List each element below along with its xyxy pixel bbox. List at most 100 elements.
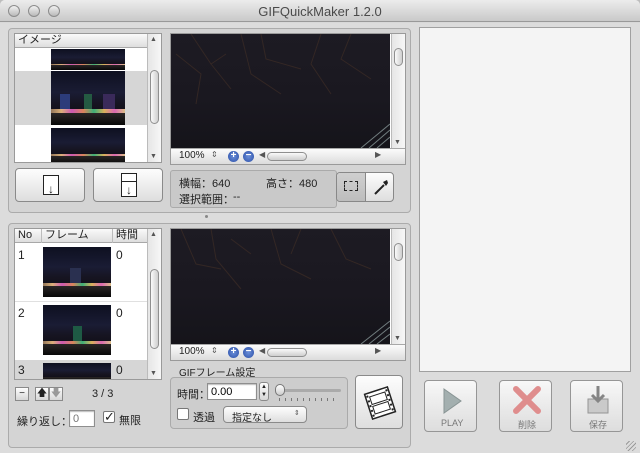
zoom-stepper-icon[interactable]: ⇕ bbox=[211, 346, 218, 355]
transparency-label: 透過 bbox=[193, 412, 215, 424]
scroll-down-icon[interactable]: ▼ bbox=[394, 335, 401, 342]
scroll-left-icon[interactable]: ◀ bbox=[259, 346, 265, 355]
image-list-scrollbar[interactable]: ▲ ▼ bbox=[147, 34, 161, 162]
select-tool-button[interactable] bbox=[337, 173, 366, 201]
time-input[interactable] bbox=[207, 383, 257, 400]
window-title: GIFQuickMaker 1.2.0 bbox=[258, 4, 382, 19]
frame-thumbnail bbox=[43, 247, 111, 297]
infinite-checkbox[interactable]: ✓ bbox=[103, 409, 115, 424]
save-label: 保存 bbox=[589, 420, 608, 430]
scroll-down-icon[interactable]: ▼ bbox=[150, 370, 157, 377]
table-row-selected[interactable]: 3 0 bbox=[15, 360, 149, 379]
scroll-up-icon[interactable]: ▲ bbox=[150, 231, 157, 238]
source-preview-image[interactable] bbox=[171, 34, 390, 148]
table-row[interactable]: 2 0 bbox=[15, 302, 149, 359]
frame-thumbnail bbox=[43, 305, 111, 355]
zoom-out-icon[interactable]: − bbox=[243, 151, 254, 162]
insert-down-arrow-icon: ↓ bbox=[121, 173, 137, 197]
width-label: 横幅：640 bbox=[179, 178, 231, 190]
scroll-thumb[interactable] bbox=[150, 70, 159, 124]
move-up-button[interactable]: 🡅 bbox=[35, 387, 49, 401]
image-column-header[interactable]: イメージ bbox=[15, 34, 149, 48]
zoom-out-icon[interactable]: − bbox=[243, 347, 254, 358]
scroll-left-icon[interactable]: ◀ bbox=[259, 150, 265, 159]
scroll-down-icon[interactable]: ▼ bbox=[394, 139, 401, 146]
splitter-handle[interactable] bbox=[205, 215, 208, 218]
gif-output-view[interactable] bbox=[419, 27, 631, 372]
zoom-stepper-icon[interactable]: ⇕ bbox=[211, 150, 218, 159]
table-row[interactable]: 1 0 bbox=[15, 244, 149, 301]
play-button[interactable]: PLAY bbox=[424, 380, 477, 432]
frame-list-header: No フレーム 時間 bbox=[15, 229, 149, 243]
image-list-header: イメージ bbox=[15, 34, 149, 48]
preview-toolbar: 100% ⇕ + − ◀ ▶ bbox=[171, 344, 405, 360]
frame-thumbnail bbox=[43, 363, 111, 379]
time-label: 時間： bbox=[177, 389, 210, 401]
image-info-box: 横幅：640 高さ：480 選択範囲： -- bbox=[170, 170, 337, 208]
play-icon bbox=[443, 388, 462, 414]
repeat-count-input[interactable] bbox=[69, 410, 95, 427]
image-list[interactable]: イメージ ▲ ▼ bbox=[14, 33, 162, 163]
frame-column-header[interactable]: フレーム bbox=[42, 229, 113, 243]
transparency-select[interactable]: 指定なし ⇕ bbox=[223, 406, 307, 424]
save-button[interactable]: 保存 bbox=[570, 380, 623, 432]
move-down-button[interactable]: 🡇 bbox=[49, 387, 63, 401]
frame-time: 0 bbox=[116, 306, 123, 320]
remove-frame-button[interactable]: − bbox=[15, 387, 29, 401]
scroll-thumb[interactable] bbox=[394, 48, 403, 66]
insert-frame-button[interactable]: ↓ bbox=[93, 168, 163, 202]
frame-list-scrollbar[interactable]: ▲ ▼ bbox=[147, 229, 161, 379]
play-label: PLAY bbox=[441, 418, 464, 428]
frame-preview-image[interactable] bbox=[171, 229, 390, 344]
frame-number: 3 bbox=[18, 363, 25, 377]
selection-value: -- bbox=[233, 191, 241, 203]
checkmark-icon: ✓ bbox=[104, 409, 115, 424]
time-slider-knob[interactable] bbox=[275, 384, 285, 396]
horizontal-scroll-thumb[interactable] bbox=[267, 348, 307, 357]
time-stepper[interactable]: ▲ ▼ bbox=[259, 382, 269, 401]
selection-label: 選択範囲： bbox=[179, 194, 234, 206]
scroll-up-icon[interactable]: ▲ bbox=[150, 36, 157, 43]
film-strip-icon bbox=[363, 385, 397, 421]
frame-thumbnail bbox=[51, 128, 125, 162]
tree-branches bbox=[175, 34, 390, 148]
eyedropper-icon bbox=[374, 180, 388, 195]
list-item-selected[interactable] bbox=[15, 71, 149, 125]
frame-number: 2 bbox=[18, 306, 25, 320]
list-item[interactable] bbox=[15, 49, 149, 70]
repeat-label: 繰り返し： bbox=[17, 416, 72, 428]
frame-list[interactable]: No フレーム 時間 1 0 2 0 3 0 ▲ ▼ bbox=[14, 228, 162, 380]
scroll-thumb[interactable] bbox=[150, 269, 159, 349]
add-down-arrow-icon: ↓ bbox=[43, 175, 59, 195]
time-column-header[interactable]: 時間 bbox=[113, 229, 149, 243]
infinite-label: 無限 bbox=[119, 415, 141, 427]
preview-vertical-scrollbar[interactable]: ▼ bbox=[391, 229, 405, 344]
make-gif-button[interactable] bbox=[355, 375, 403, 429]
zoom-value[interactable]: 100% bbox=[179, 150, 205, 161]
preview-vertical-scrollbar[interactable]: ▼ bbox=[391, 34, 405, 148]
add-frame-button[interactable]: ↓ bbox=[15, 168, 85, 202]
no-column-header[interactable]: No bbox=[15, 229, 42, 243]
resize-grip-icon[interactable] bbox=[626, 441, 636, 451]
zoom-in-icon[interactable]: + bbox=[228, 151, 239, 162]
frame-counter: 3 / 3 bbox=[92, 388, 114, 400]
zoom-in-icon[interactable]: + bbox=[228, 347, 239, 358]
frame-preview: ▼ 100% ⇕ + − ◀ ▶ bbox=[170, 228, 406, 361]
selection-rect-icon bbox=[344, 181, 358, 191]
frames-panel: No フレーム 時間 1 0 2 0 3 0 ▲ ▼ − 🡅 🡇 3 / 3 繰… bbox=[8, 223, 411, 448]
arrow-up-icon: 🡅 bbox=[36, 388, 48, 399]
save-tray-icon bbox=[587, 386, 609, 414]
delete-button[interactable]: 削除 bbox=[499, 380, 552, 432]
scroll-down-icon[interactable]: ▼ bbox=[150, 153, 157, 160]
delete-label: 削除 bbox=[518, 420, 537, 430]
chevron-updown-icon: ⇕ bbox=[294, 410, 300, 417]
horizontal-scroll-thumb[interactable] bbox=[267, 152, 307, 161]
scroll-right-icon[interactable]: ▶ bbox=[375, 150, 381, 159]
transparency-checkbox[interactable] bbox=[177, 408, 189, 420]
scroll-right-icon[interactable]: ▶ bbox=[375, 346, 381, 355]
zoom-value[interactable]: 100% bbox=[179, 346, 205, 357]
scroll-thumb[interactable] bbox=[394, 243, 403, 261]
eyedropper-tool-button[interactable] bbox=[366, 173, 393, 201]
list-item[interactable] bbox=[15, 126, 149, 162]
app-window: GIFQuickMaker 1.2.0 イメージ ▲ ▼ ↓ ↓ ▼ 100% … bbox=[0, 0, 640, 453]
